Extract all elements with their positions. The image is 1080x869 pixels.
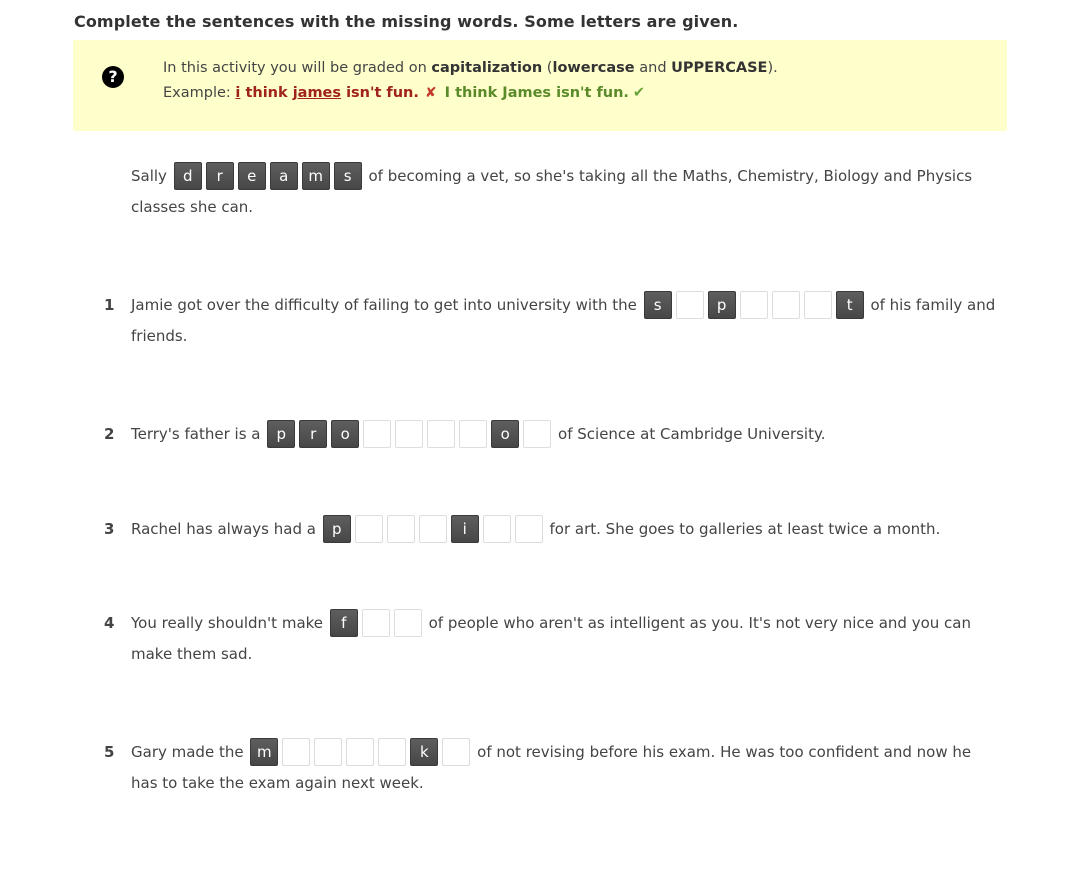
info-text: (: [542, 60, 553, 76]
letter-input-box[interactable]: [393, 608, 422, 637]
capitalization-info-box: ? In this activity you will be graded on…: [73, 40, 1007, 131]
wrong-example: i think james isn't fun.: [235, 85, 418, 101]
wrong-james: james: [292, 85, 342, 101]
given-letter-box: e: [237, 161, 266, 190]
letter-input-box[interactable]: [803, 290, 832, 319]
given-letter-box: f: [329, 608, 358, 637]
info-text: In this activity you will be graded on: [163, 60, 432, 76]
question-number: 5: [104, 743, 115, 761]
given-letter-box: p: [322, 514, 351, 543]
letter-input-box[interactable]: [739, 290, 768, 319]
letter-input-box[interactable]: [442, 737, 471, 766]
letter-input-box[interactable]: [282, 737, 311, 766]
question-circle-icon: ?: [102, 66, 124, 88]
given-letter-box: m: [250, 737, 279, 766]
letter-input-box[interactable]: [675, 290, 704, 319]
sentence-after: of Science at Cambridge University.: [558, 425, 826, 443]
given-letter-box: s: [333, 161, 362, 190]
given-letter-box: m: [301, 161, 330, 190]
given-letter-box: d: [173, 161, 202, 190]
sentence-before: You really shouldn't make: [131, 614, 324, 632]
sentence-text: You really shouldn't make f of people wh…: [131, 608, 1001, 669]
sentence-before: Terry's father is a: [131, 425, 261, 443]
letter-input-box[interactable]: [514, 514, 543, 543]
letter-input-box[interactable]: [418, 514, 447, 543]
info-line-1: In this activity you will be graded on c…: [163, 60, 778, 76]
letter-input-box[interactable]: [361, 608, 390, 637]
given-letter-box: o: [331, 419, 360, 448]
given-letter-box: r: [205, 161, 234, 190]
sentence-before: Jamie got over the difficulty of failing…: [131, 296, 637, 314]
sentence-text: Jamie got over the difficulty of failing…: [131, 290, 1001, 351]
cross-icon: ✘: [424, 85, 437, 101]
sentence-before: Sally: [131, 167, 167, 185]
word-letter-boxes: pi: [322, 514, 543, 545]
given-letter-box: k: [410, 737, 439, 766]
word-letter-boxes: dreams: [173, 161, 362, 192]
letter-input-box[interactable]: [523, 419, 552, 448]
letter-input-box[interactable]: [386, 514, 415, 543]
wrong-rest: isn't fun.: [341, 85, 419, 101]
given-letter-box: r: [299, 419, 328, 448]
given-letter-box: i: [450, 514, 479, 543]
sentence-text: Gary made the mk of not revising before …: [131, 737, 1001, 798]
letter-input-box[interactable]: [314, 737, 343, 766]
question-number: 2: [104, 425, 115, 443]
letter-input-box[interactable]: [482, 514, 511, 543]
instruction-heading: Complete the sentences with the missing …: [74, 12, 739, 31]
word-letter-boxes: f: [329, 608, 422, 639]
letter-input-box[interactable]: [346, 737, 375, 766]
check-icon: ✔: [632, 85, 646, 101]
given-letter-box: s: [643, 290, 672, 319]
info-lowercase: lowercase: [552, 60, 635, 76]
sentence-text: Rachel has always had a pi for art. She …: [131, 514, 1001, 545]
info-capitalization: capitalization: [431, 60, 543, 76]
given-letter-box: p: [267, 419, 296, 448]
letter-input-box[interactable]: [395, 419, 424, 448]
word-letter-boxes: spt: [643, 290, 864, 321]
sentence-text: Sally dreams of becoming a vet, so she's…: [131, 161, 1001, 222]
given-letter-box: a: [269, 161, 298, 190]
sentence-text: Terry's father is a proo of Science at C…: [131, 419, 1001, 450]
letter-input-box[interactable]: [354, 514, 383, 543]
word-letter-boxes: mk: [250, 737, 471, 768]
letter-input-box[interactable]: [427, 419, 456, 448]
info-text: ).: [767, 60, 778, 76]
question-number: 1: [104, 296, 115, 314]
info-uppercase: UPPERCASE: [671, 60, 768, 76]
correct-example: I think James isn't fun.: [444, 85, 629, 101]
letter-input-box[interactable]: [771, 290, 800, 319]
letter-input-box[interactable]: [378, 737, 407, 766]
given-letter-box: t: [835, 290, 864, 319]
word-letter-boxes: proo: [267, 419, 552, 450]
letter-input-box[interactable]: [459, 419, 488, 448]
given-letter-box: p: [707, 290, 736, 319]
info-text: and: [634, 60, 672, 76]
wrong-think: think: [240, 85, 293, 101]
question-number: 4: [104, 614, 115, 632]
question-number: 3: [104, 520, 115, 538]
sentence-after: for art. She goes to galleries at least …: [549, 520, 941, 538]
given-letter-box: o: [491, 419, 520, 448]
info-line-2: Example: i think james isn't fun. ✘ I thin…: [163, 85, 645, 101]
sentence-before: Rachel has always had a: [131, 520, 316, 538]
letter-input-box[interactable]: [363, 419, 392, 448]
sentence-before: Gary made the: [131, 743, 244, 761]
example-label: Example:: [163, 85, 236, 101]
